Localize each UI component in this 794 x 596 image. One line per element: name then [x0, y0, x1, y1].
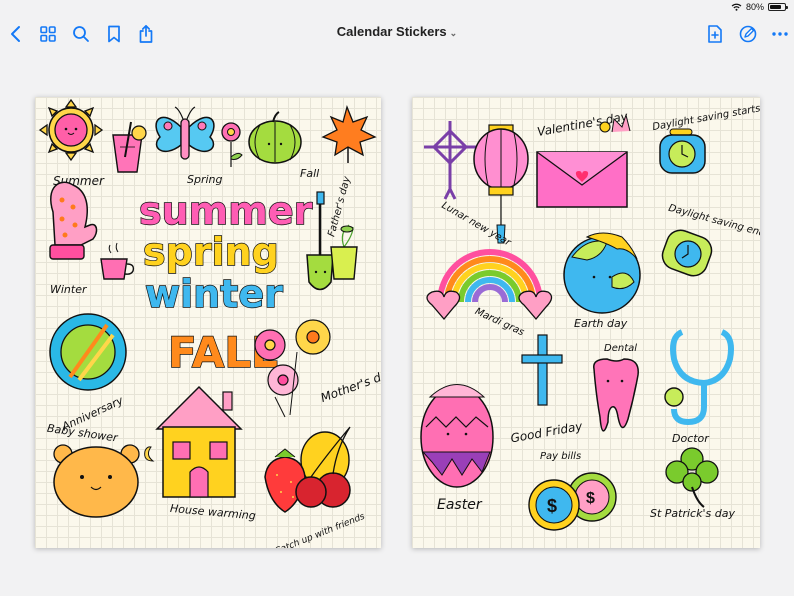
- wifi-icon: [731, 3, 742, 11]
- bear-face-sticker[interactable]: [53, 444, 140, 518]
- label-good-friday: Good Friday: [509, 419, 584, 446]
- label-mothers-day: Mother's day: [319, 365, 381, 405]
- flower-sticker[interactable]: [221, 122, 243, 167]
- more-icon: [772, 32, 788, 36]
- butterfly-sticker[interactable]: [155, 106, 215, 160]
- alarm-clock-ends-sticker[interactable]: [659, 226, 716, 279]
- label-spring: Spring: [187, 173, 223, 186]
- sticker-page-2[interactable]: Lunar new year Valentine's day Daylight …: [412, 97, 760, 548]
- tooth-sticker[interactable]: [593, 358, 639, 432]
- label-house-warming: House warming: [170, 502, 257, 522]
- tea-cup-sticker[interactable]: [100, 242, 135, 280]
- label-catch-up: Catch up with friends: [274, 512, 367, 548]
- chinese-knot-sticker[interactable]: [424, 121, 476, 200]
- label-fall: Fall: [300, 167, 319, 180]
- anniversary-plate-sticker[interactable]: [49, 313, 127, 391]
- coins-sticker[interactable]: $ $: [528, 472, 617, 531]
- add-page-icon: [708, 25, 722, 43]
- cross-sticker[interactable]: [521, 334, 563, 406]
- big-word-summer: summer: [139, 189, 313, 233]
- big-word-spring: spring: [143, 230, 279, 274]
- lemonade-sticker[interactable]: [112, 121, 147, 173]
- sticker-page-1[interactable]: Summer Spring Fall Winter summer spring …: [35, 97, 381, 548]
- battery-percent: 80%: [745, 2, 764, 12]
- coin-dollar-sign-2: $: [547, 496, 557, 516]
- battery-level: [770, 5, 782, 9]
- status-bar: 80%: [0, 0, 794, 14]
- label-st-patricks: St Patrick's day: [650, 507, 735, 520]
- label-pay-bills: Pay bills: [540, 451, 581, 462]
- toolbar: Calendar Stickers ⌄: [0, 14, 794, 54]
- label-earth-day: Earth day: [574, 317, 628, 330]
- coin-dollar-sign: $: [586, 490, 595, 507]
- alarm-clock-starts-sticker[interactable]: [659, 128, 706, 174]
- label-mardi-gras: Mardi gras: [473, 306, 526, 338]
- label-daylight-starts: Daylight saving starts: [652, 103, 760, 133]
- house-sticker[interactable]: [155, 385, 243, 498]
- label-winter: Winter: [50, 283, 88, 296]
- document-title: Calendar Stickers: [336, 24, 447, 39]
- pumpkin-sticker[interactable]: [248, 111, 302, 164]
- label-doctor: Doctor: [672, 432, 710, 445]
- mitten-sticker[interactable]: [49, 181, 98, 260]
- chevron-down-icon: ⌄: [449, 28, 458, 38]
- maple-leaf-sticker[interactable]: [321, 104, 377, 163]
- sun-sticker[interactable]: [38, 98, 104, 162]
- shamrock-sticker[interactable]: [665, 447, 719, 508]
- easter-egg-sticker[interactable]: [420, 384, 494, 488]
- stethoscope-sticker[interactable]: [664, 329, 734, 426]
- label-dental: Dental: [604, 343, 637, 354]
- battery-icon: [768, 3, 788, 11]
- markup-pen-icon: [739, 25, 757, 43]
- add-page-button[interactable]: [703, 22, 727, 46]
- more-button[interactable]: [768, 22, 792, 46]
- markup-button[interactable]: [736, 22, 760, 46]
- earth-sticker[interactable]: [563, 232, 641, 314]
- fruits-sticker[interactable]: [264, 426, 351, 513]
- document-title-menu[interactable]: Calendar Stickers ⌄: [0, 24, 794, 39]
- big-word-winter: winter: [145, 272, 283, 316]
- label-easter: Easter: [437, 497, 483, 513]
- moon-doodle-icon: [144, 446, 155, 462]
